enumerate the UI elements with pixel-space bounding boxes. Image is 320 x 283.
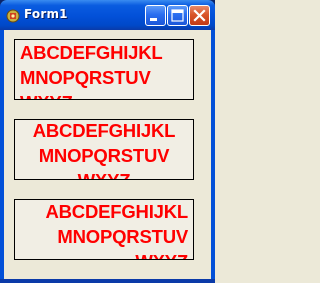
text-box-left-aligned[interactable]: ABCDEFGHIJKL MNOPQRSTUV WXYZ xyxy=(14,39,194,100)
title-bar[interactable]: Form1 xyxy=(0,0,215,30)
close-button[interactable] xyxy=(189,5,210,26)
maximize-button[interactable] xyxy=(167,5,188,26)
text-box-content: ABCDEFGHIJKL MNOPQRSTUV WXYZ xyxy=(32,120,176,179)
text-box-center-aligned[interactable]: ABCDEFGHIJKL MNOPQRSTUV WXYZ xyxy=(14,119,194,180)
text-box-content: ABCDEFGHIJKL MNOPQRSTUV WXYZ xyxy=(20,42,163,99)
window-frame-bottom xyxy=(0,279,215,283)
maximize-icon xyxy=(171,9,184,22)
window-frame-right xyxy=(211,30,215,283)
window-title: Form1 xyxy=(24,7,68,21)
form1-window: Form1 ABCDEFGHIJKL MNOPQRSTUV WXYZ ABCDE… xyxy=(0,0,215,283)
client-area: ABCDEFGHIJKL MNOPQRSTUV WXYZ ABCDEFGHIJK… xyxy=(4,30,211,279)
text-box-right-aligned[interactable]: ABCDEFGHIJKL MNOPQRSTUV WXYZ xyxy=(14,199,194,260)
minimize-icon xyxy=(150,18,157,21)
minimize-button[interactable] xyxy=(145,5,166,26)
text-box-content: ABCDEFGHIJKL MNOPQRSTUV WXYZ xyxy=(45,201,188,259)
app-icon[interactable] xyxy=(6,8,20,23)
close-icon xyxy=(193,9,206,22)
